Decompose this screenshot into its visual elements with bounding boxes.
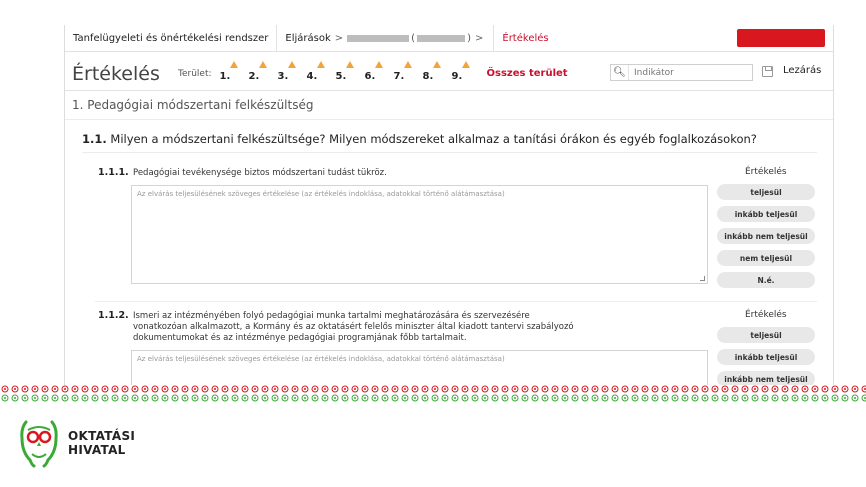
warning-icon — [316, 61, 325, 68]
close-button[interactable]: Lezárás — [783, 65, 821, 76]
save-icon[interactable] — [762, 66, 773, 77]
logo-line: HIVATAL — [68, 443, 126, 457]
evaluation-label: Értékelés — [745, 167, 787, 177]
criterion-evaluation-textarea[interactable]: Az elvárás teljesülésének szöveges érték… — [131, 185, 708, 284]
warning-icon — [461, 61, 470, 68]
area-tab-6[interactable]: 6. — [363, 61, 392, 82]
area-tab-label: 5. — [335, 71, 347, 82]
warning-icon — [345, 61, 354, 68]
rating-button-inkabb-nem-teljesul[interactable]: inkább nem teljesül — [717, 371, 815, 385]
area-tab-label: 9. — [451, 71, 463, 82]
criterion-text: Pedagógiai tevékenysége biztos módszerta… — [133, 168, 387, 178]
area-tab-1[interactable]: 1. — [218, 61, 247, 82]
area-tab-label: 4. — [306, 71, 318, 82]
breadcrumb-paren-open: ( — [411, 32, 416, 44]
area-tab-2[interactable]: 2. — [247, 61, 276, 82]
area-tab-8[interactable]: 8. — [421, 61, 450, 82]
breadcrumb-procedures[interactable]: Eljárások > ( ) > — [276, 25, 493, 51]
owl-icon — [20, 420, 58, 468]
indicator-search-input[interactable] — [629, 67, 749, 78]
question-heading: 1.1. Milyen a módszertani felkészültsége… — [82, 132, 757, 146]
warning-icon — [287, 61, 296, 68]
logo-line: OKTATÁSI — [68, 429, 136, 443]
warning-icon — [258, 61, 267, 68]
divider — [82, 152, 817, 153]
question-text: Milyen a módszertani felkészültsége? Mil… — [110, 132, 757, 146]
indicator-search: 🔍︎ — [610, 64, 753, 81]
breadcrumb-separator: > — [334, 32, 344, 44]
criterion-number: 1.1.2. — [98, 310, 129, 321]
evaluation-label: Értékelés — [745, 310, 787, 320]
app-root: Tanfelügyeleti és önértékelési rendszer … — [0, 0, 866, 487]
rating-button-teljesul[interactable]: teljesül — [717, 184, 815, 200]
question-number: 1.1. — [82, 132, 107, 146]
area-tab-label: 2. — [248, 71, 260, 82]
all-areas-link[interactable]: Összes terület — [487, 68, 568, 79]
breadcrumb-current: Értékelés — [493, 25, 556, 51]
redacted-name — [347, 34, 410, 42]
rating-button-inkabb-teljesul[interactable]: inkább teljesül — [717, 349, 815, 365]
rating-button-inkabb-nem-teljesul[interactable]: inkább nem teljesül — [717, 228, 815, 244]
rating-button-inkabb-teljesul[interactable]: inkább teljesül — [717, 206, 815, 222]
rating-button-teljesul[interactable]: teljesül — [717, 327, 815, 343]
decorative-pattern-band — [0, 384, 866, 404]
oktatasi-hivatal-logo: OKTATÁSI HIVATAL — [18, 418, 135, 468]
rating-button-nem-teljesul[interactable]: nem teljesül — [717, 250, 815, 266]
search-icon[interactable]: 🔍︎ — [611, 65, 629, 80]
warning-icon — [403, 61, 412, 68]
area-tab-9[interactable]: 9. — [450, 61, 479, 82]
breadcrumb-procedures-label: Eljárások — [285, 32, 331, 44]
rating-button-ne[interactable]: N.é. — [717, 272, 815, 288]
area-tab-label: 8. — [422, 71, 434, 82]
criterion-text-line: dokumentumokat és az intézménye pedagógi… — [133, 333, 467, 343]
criterion-number: 1.1.1. — [98, 167, 129, 178]
redacted-id — [417, 34, 466, 42]
warning-icon — [229, 61, 238, 68]
divider — [65, 119, 833, 120]
page-header: Értékelés Terület: 1. 2. 3. 4. 5. 6. 7. … — [65, 57, 833, 91]
breadcrumb-root[interactable]: Tanfelügyeleti és önértékelési rendszer — [65, 25, 276, 51]
breadcrumb: Tanfelügyeleti és önértékelési rendszer … — [65, 25, 833, 52]
area-tab-label: 3. — [277, 71, 289, 82]
area-tab-7[interactable]: 7. — [392, 61, 421, 82]
area-tab-label: 6. — [364, 71, 376, 82]
area-tab-label: 7. — [393, 71, 405, 82]
user-menu-redacted[interactable] — [737, 29, 825, 47]
area-tab-5[interactable]: 5. — [334, 61, 363, 82]
page-title: Értékelés — [72, 62, 160, 85]
section-title: 1. Pedagógiai módszertani felkészültség — [72, 98, 314, 112]
warning-icon — [432, 61, 441, 68]
resize-handle-icon[interactable] — [700, 276, 705, 281]
area-tab-4[interactable]: 4. — [305, 61, 334, 82]
breadcrumb-separator: > — [474, 32, 484, 44]
application-window: Tanfelügyeleti és önértékelési rendszer … — [64, 25, 834, 385]
divider — [95, 301, 817, 302]
area-tab-label: 1. — [219, 71, 231, 82]
textarea-placeholder: Az elvárás teljesülésének szöveges érték… — [137, 355, 505, 363]
textarea-placeholder: Az elvárás teljesülésének szöveges érték… — [137, 190, 505, 198]
criterion-evaluation-textarea[interactable]: Az elvárás teljesülésének szöveges érték… — [131, 350, 708, 385]
area-tab-3[interactable]: 3. — [276, 61, 305, 82]
logo-text: OKTATÁSI HIVATAL — [68, 429, 135, 457]
breadcrumb-paren-close: ) — [467, 32, 471, 44]
warning-icon — [374, 61, 383, 68]
criterion-text-line: vonatkozóan alkalmazott, a Kormány és az… — [133, 322, 574, 332]
area-label: Terület: — [178, 68, 212, 79]
criterion-text-line: Ismeri az intézményében folyó pedagógiai… — [133, 311, 530, 321]
